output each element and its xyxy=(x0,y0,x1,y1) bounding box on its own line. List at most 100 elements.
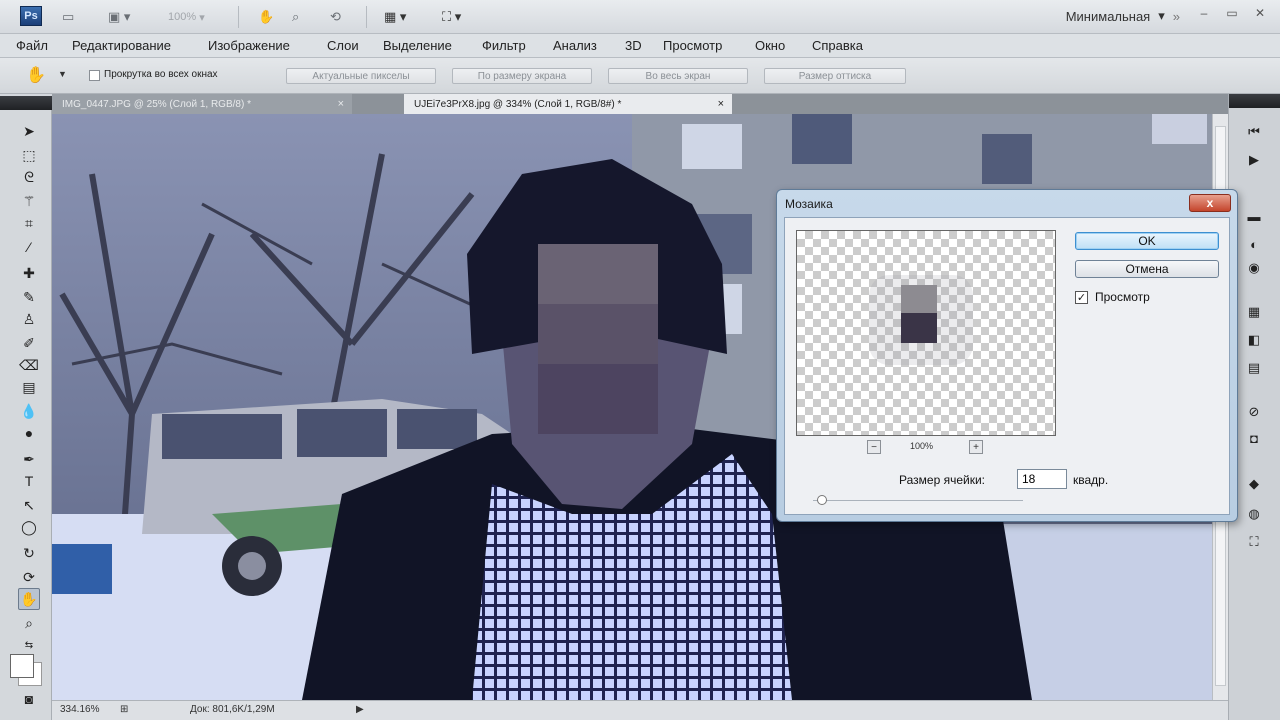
zoom-icon[interactable]: ⌕ xyxy=(292,8,299,26)
menu-image[interactable]: Изображение xyxy=(208,38,290,53)
3d-rotate-tool-icon[interactable]: ↻ xyxy=(18,542,40,564)
navigator-panel-icon[interactable]: ◍ xyxy=(1243,504,1265,524)
gradient-tool-icon[interactable]: ▤ xyxy=(18,376,40,398)
menu-edit[interactable]: Редактирование xyxy=(72,38,171,53)
transform-panel-icon[interactable]: ⛶ xyxy=(1243,532,1265,552)
tools-panel-header[interactable] xyxy=(0,96,52,110)
menu-3d[interactable]: 3D xyxy=(625,38,642,53)
scroll-all-windows-checkbox[interactable] xyxy=(89,70,100,81)
styles-panel-icon[interactable]: ◧ xyxy=(1243,330,1265,350)
type-tool-icon[interactable]: T xyxy=(18,470,40,492)
chevron-down-icon: ▾ xyxy=(1158,8,1165,23)
fit-screen-button[interactable]: По размеру экрана xyxy=(452,68,592,84)
menu-analysis[interactable]: Анализ xyxy=(553,38,597,53)
view-extras-icon[interactable]: ▣ ▾ xyxy=(108,8,130,26)
brush-tool-icon[interactable]: ✎ xyxy=(18,286,40,308)
cell-size-slider[interactable] xyxy=(813,500,1023,501)
status-bar: 334.16% ⊞ Док: 801,6K/1,29M ▶ xyxy=(52,700,1228,720)
menu-filter[interactable]: Фильтр xyxy=(482,38,526,53)
menu-bar: Файл Редактирование Изображение Слои Выд… xyxy=(0,34,1280,58)
history-panel-icon[interactable]: ⏮ xyxy=(1243,122,1265,142)
3d-panel-icon[interactable]: ◆ xyxy=(1243,474,1265,494)
swap-colors-icon[interactable]: ⇆ xyxy=(18,634,40,656)
healing-brush-tool-icon[interactable]: ✚ xyxy=(18,262,40,284)
preview-mosaic-cell xyxy=(901,285,937,313)
screen-mode-icon[interactable]: ⛶ ▾ xyxy=(442,8,461,26)
ok-button[interactable]: OK xyxy=(1075,232,1219,250)
rotate-view-icon[interactable]: ⟲ xyxy=(330,8,341,26)
path-selection-tool-icon[interactable]: ↖ xyxy=(18,494,40,516)
document-tabs: IMG_0447.JPG @ 25% (Слой 1, RGB/8) * × U… xyxy=(52,94,1228,114)
channels-panel-icon[interactable]: ⊘ xyxy=(1243,402,1265,422)
quick-mask-icon[interactable]: ◙ xyxy=(18,688,40,710)
close-tab-icon[interactable]: × xyxy=(718,98,724,110)
hand-icon[interactable]: ✋ xyxy=(258,8,274,26)
actions-panel-icon[interactable]: ▶ xyxy=(1243,150,1265,170)
tab-ujei7e3prx8[interactable]: UJEi7e3PrX8.jpg @ 334% (Слой 1, RGB/8#) … xyxy=(404,94,732,114)
cell-size-input[interactable]: 18 xyxy=(1017,469,1067,489)
zoom-tool-icon[interactable]: ⌕ xyxy=(18,612,40,634)
minimize-icon[interactable]: – xyxy=(1192,4,1216,22)
ellipse-tool-icon[interactable]: ◯ xyxy=(18,516,40,538)
crop-tool-icon[interactable]: ⌗ xyxy=(18,212,40,234)
preview-label: Просмотр xyxy=(1095,290,1150,304)
menu-layers[interactable]: Слои xyxy=(327,38,359,53)
preview-checkbox[interactable]: ✓ xyxy=(1075,291,1088,304)
color-panel-icon[interactable]: ◉ xyxy=(1243,258,1265,278)
lasso-tool-icon[interactable]: ᘓ xyxy=(18,166,40,188)
dialog-title: Мозаика xyxy=(785,197,833,211)
menu-file[interactable]: Файл xyxy=(16,38,48,53)
dialog-close-button[interactable]: x xyxy=(1189,194,1231,212)
3d-orbit-tool-icon[interactable]: ⟳ xyxy=(18,566,40,588)
swatches-panel-icon[interactable]: ▦ xyxy=(1243,302,1265,322)
close-tab-icon[interactable]: × xyxy=(338,98,344,110)
hand-tool-icon[interactable]: ✋ xyxy=(18,588,40,610)
dialog-body: − 100% + OK Отмена ✓ Просмотр Размер яче… xyxy=(784,217,1230,515)
marquee-tool-icon[interactable]: ⬚ xyxy=(18,144,40,166)
masks-panel-icon[interactable]: ◐ xyxy=(1243,234,1265,254)
separator xyxy=(238,6,239,28)
zoom-level-select[interactable]: 100% ▾ xyxy=(168,8,205,26)
pen-tool-icon[interactable]: ✒ xyxy=(18,448,40,470)
foreground-color-swatch[interactable] xyxy=(10,654,34,678)
restore-icon[interactable]: ▭ xyxy=(1220,4,1244,22)
options-bar: ✋ ▼ Прокрутка во всех окнах Актуальные п… xyxy=(0,58,1280,94)
close-icon[interactable]: ✕ xyxy=(1248,4,1272,22)
arrange-documents-icon[interactable]: ▦ ▾ xyxy=(384,8,406,26)
fill-screen-button[interactable]: Во весь экран xyxy=(608,68,748,84)
tab-img-0447[interactable]: IMG_0447.JPG @ 25% (Слой 1, RGB/8) * × xyxy=(52,94,352,114)
scroll-all-windows-label: Прокрутка во всех окнах xyxy=(104,69,218,80)
workspace-switcher[interactable]: Минимальная ▾» xyxy=(1066,8,1180,24)
menu-select[interactable]: Выделение xyxy=(383,38,452,53)
menu-window[interactable]: Окно xyxy=(755,38,785,53)
eyedropper-tool-icon[interactable]: ⁄ xyxy=(18,236,40,258)
filter-preview[interactable] xyxy=(796,230,1056,436)
dodge-tool-icon[interactable]: ● xyxy=(18,422,40,444)
zoom-readout[interactable]: 334.16% xyxy=(60,704,99,715)
layers-panel-icon[interactable]: ▤ xyxy=(1243,358,1265,378)
history-brush-tool-icon[interactable]: ✐ xyxy=(18,332,40,354)
move-tool-icon[interactable]: ➤ xyxy=(18,120,40,142)
zoom-out-button[interactable]: − xyxy=(867,440,881,454)
adjustments-panel-icon[interactable]: ▬ xyxy=(1243,206,1265,226)
expand-icon[interactable]: » xyxy=(1173,9,1180,24)
window-controls: – ▭ ✕ xyxy=(1192,4,1272,22)
panel-dock-header[interactable] xyxy=(1229,94,1280,108)
preview-mosaic-cell xyxy=(901,313,937,343)
bridge-icon[interactable]: ▭ xyxy=(62,8,74,26)
chevron-down-icon[interactable]: ▼ xyxy=(58,69,67,79)
clone-stamp-tool-icon[interactable]: ♙ xyxy=(18,308,40,330)
hand-tool-preset-icon[interactable]: ✋ xyxy=(26,65,46,85)
blur-tool-icon[interactable]: 💧 xyxy=(18,400,40,422)
cancel-button[interactable]: Отмена xyxy=(1075,260,1219,278)
menu-view[interactable]: Просмотр xyxy=(663,38,722,53)
zoom-in-button[interactable]: + xyxy=(969,440,983,454)
menu-help[interactable]: Справка xyxy=(812,38,863,53)
paths-panel-icon[interactable]: ◘ xyxy=(1243,428,1265,448)
cell-size-slider-thumb[interactable] xyxy=(817,495,827,505)
print-size-button[interactable]: Размер оттиска xyxy=(764,68,906,84)
status-menu-arrow-icon[interactable]: ▶ xyxy=(356,704,364,715)
eraser-tool-icon[interactable]: ⌫ xyxy=(18,354,40,376)
magic-wand-tool-icon[interactable]: ⚚ xyxy=(18,190,40,212)
actual-pixels-button[interactable]: Актуальные пикселы xyxy=(286,68,436,84)
